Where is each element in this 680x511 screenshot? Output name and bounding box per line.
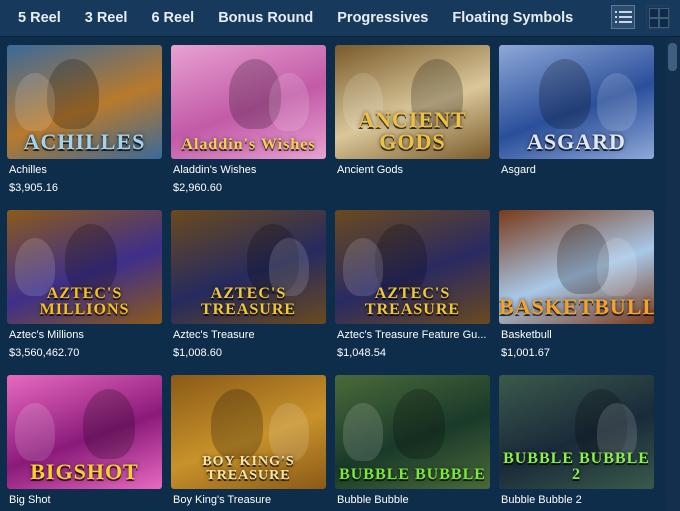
character-artwork xyxy=(15,403,55,461)
game-title: Aladdin's Wishes xyxy=(173,164,257,176)
jackpot-amount: $1,048.54 xyxy=(337,347,386,359)
game-thumbnail[interactable]: AZTEC'S TREASURE xyxy=(171,210,326,324)
game-logo: ASGARD xyxy=(527,129,626,154)
grid-view-icon[interactable] xyxy=(646,5,670,29)
game-thumbnail[interactable]: ASGARD xyxy=(499,45,654,159)
character-artwork xyxy=(343,403,383,461)
game-grid: ACHILLES Achilles $3,905.16 Aladdin's Wishe… xyxy=(0,37,666,511)
game-title: Asgard xyxy=(501,164,536,176)
game-tile[interactable]: Aladdin's Wishes Aladdin's Wishes $2,960.6… xyxy=(171,45,326,205)
tab-5-reel[interactable]: 5 Reel xyxy=(18,10,61,26)
game-logo: AZTEC'S TREASURE xyxy=(200,285,297,318)
tab-3-reel[interactable]: 3 Reel xyxy=(85,10,128,26)
game-logo: BIGSHOT xyxy=(30,459,139,484)
character-artwork xyxy=(597,73,637,131)
character-artwork xyxy=(65,224,117,294)
game-logo: ACHILLES xyxy=(23,129,146,154)
category-tabs: 5 Reel 3 Reel 6 Reel Bonus Round Progres… xyxy=(18,0,597,36)
game-title: Bubble Bubble 2 xyxy=(501,494,582,506)
game-logo: BASKETBULL xyxy=(499,294,654,319)
character-artwork xyxy=(269,73,309,131)
game-tile[interactable]: ASGARD Asgard xyxy=(499,45,654,205)
game-logo: BUBBLE BUBBLE 2 xyxy=(503,450,650,483)
tab-progressives[interactable]: Progressives xyxy=(337,10,428,26)
game-logo: Aladdin's Wishes xyxy=(181,136,316,153)
game-logo: BOY KING'S TREASURE xyxy=(202,454,295,483)
character-artwork xyxy=(211,389,263,459)
game-tile[interactable]: AZTEC'S TREASURE Aztec's Treasure Feature… xyxy=(335,210,490,370)
scrollbar-thumb[interactable] xyxy=(668,43,677,71)
game-logo: AZTEC'S MILLIONS xyxy=(39,285,130,318)
game-thumbnail[interactable]: AZTEC'S MILLIONS xyxy=(7,210,162,324)
game-title: Aztec's Treasure Feature Gu... xyxy=(337,329,487,341)
game-thumbnail[interactable]: BUBBLE BUBBLE 2 xyxy=(499,375,654,489)
character-artwork xyxy=(47,59,99,129)
game-title: Aztec's Treasure xyxy=(173,329,255,341)
game-tile[interactable]: ACHILLES Achilles $3,905.16 xyxy=(7,45,162,205)
game-title: Big Shot xyxy=(9,494,51,506)
game-title: Bubble Bubble xyxy=(337,494,409,506)
game-thumbnail[interactable]: BASKETBULL xyxy=(499,210,654,324)
tab-bonus-round[interactable]: Bonus Round xyxy=(218,10,313,26)
game-thumbnail[interactable]: BIGSHOT xyxy=(7,375,162,489)
game-tile[interactable]: BASKETBULL Basketbull $1,001.67 xyxy=(499,210,654,370)
character-artwork xyxy=(15,73,55,131)
game-tile[interactable]: BIGSHOT Big Shot xyxy=(7,375,162,511)
jackpot-amount: $1,001.67 xyxy=(501,347,550,359)
game-tile[interactable]: AZTEC'S MILLIONS Aztec's Millions $3,560,4… xyxy=(7,210,162,370)
character-artwork xyxy=(597,238,637,296)
game-tile[interactable]: BUBBLE BUBBLE Bubble Bubble xyxy=(335,375,490,511)
top-navigation-bar: 5 Reel 3 Reel 6 Reel Bonus Round Progres… xyxy=(0,0,680,37)
list-view-icon[interactable] xyxy=(611,5,635,29)
tab-floating-symbols[interactable]: Floating Symbols xyxy=(452,10,573,26)
game-thumbnail[interactable]: BOY KING'S TREASURE xyxy=(171,375,326,489)
game-title: Achilles xyxy=(9,164,47,176)
game-tile[interactable]: ANCIENT GODS Ancient Gods xyxy=(335,45,490,205)
game-tile[interactable]: AZTEC'S TREASURE Aztec's Treasure $1,008.6… xyxy=(171,210,326,370)
character-artwork xyxy=(269,403,309,461)
game-tile[interactable]: BOY KING'S TREASURE Boy King's Treasure xyxy=(171,375,326,511)
game-title: Boy King's Treasure xyxy=(173,494,272,506)
game-thumbnail[interactable]: BUBBLE BUBBLE xyxy=(335,375,490,489)
game-thumbnail[interactable]: ACHILLES xyxy=(7,45,162,159)
game-thumbnail[interactable]: Aladdin's Wishes xyxy=(171,45,326,159)
character-artwork xyxy=(83,389,135,459)
game-title: Basketbull xyxy=(501,329,552,341)
jackpot-amount: $3,560,462.70 xyxy=(9,347,80,359)
jackpot-amount: $2,960.60 xyxy=(173,182,222,194)
game-tile[interactable]: BUBBLE BUBBLE 2 Bubble Bubble 2 xyxy=(499,375,654,511)
character-artwork xyxy=(375,224,427,294)
vertical-scrollbar[interactable] xyxy=(666,37,680,511)
game-title: Aztec's Millions xyxy=(9,329,84,341)
game-thumbnail[interactable]: AZTEC'S TREASURE xyxy=(335,210,490,324)
game-title: Ancient Gods xyxy=(337,164,404,176)
jackpot-amount: $3,905.16 xyxy=(9,182,58,194)
game-logo: AZTEC'S TREASURE xyxy=(364,285,461,318)
jackpot-amount: $1,008.60 xyxy=(173,347,222,359)
character-artwork xyxy=(393,389,445,459)
character-artwork xyxy=(539,59,591,129)
game-logo: BUBBLE BUBBLE xyxy=(339,466,486,483)
game-logo: ANCIENT GODS xyxy=(358,107,467,154)
game-thumbnail[interactable]: ANCIENT GODS xyxy=(335,45,490,159)
tab-6-reel[interactable]: 6 Reel xyxy=(151,10,194,26)
